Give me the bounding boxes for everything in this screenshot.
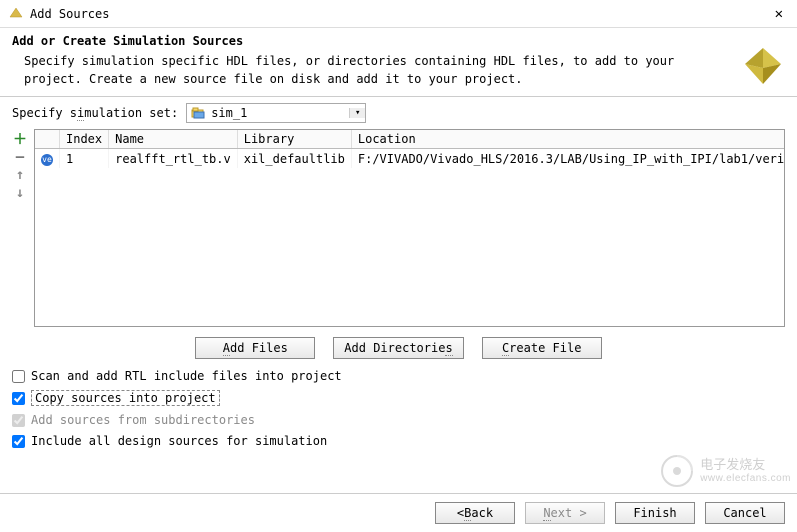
verilog-badge-icon: ve — [41, 154, 53, 166]
col-name[interactable]: Name — [109, 130, 238, 149]
col-library[interactable]: Library — [237, 130, 351, 149]
chevron-down-icon: ▾ — [349, 108, 365, 118]
scan-rtl-label: Scan and add RTL include files into proj… — [31, 369, 342, 383]
row-location: F:/VIVADO/Vivado_HLS/2016.3/LAB/Using_IP… — [351, 149, 785, 169]
table-row[interactable]: ve 1 realfft_rtl_tb.v xil_defaultlib F:/… — [35, 149, 785, 169]
add-subdirs-input — [12, 414, 25, 427]
include-all-checkbox[interactable]: Include all design sources for simulatio… — [12, 434, 785, 448]
title-bar: Add Sources ✕ — [0, 0, 797, 28]
row-library: xil_defaultlib — [237, 149, 351, 169]
remove-row-button[interactable]: — — [12, 149, 28, 165]
add-subdirs-checkbox: Add sources from subdirectories — [12, 413, 785, 427]
table-header-row: Index Name Library Location — [35, 130, 785, 149]
sim-set-combo[interactable]: sim_1 ▾ — [186, 103, 366, 123]
cancel-button[interactable]: Cancel — [705, 502, 785, 524]
watermark: 电子发烧友 www.elecfans.com — [660, 454, 791, 488]
include-all-label: Include all design sources for simulatio… — [31, 434, 327, 448]
row-badge-cell: ve — [35, 149, 60, 169]
move-up-button[interactable]: ↑ — [12, 167, 28, 183]
page-title: Add or Create Simulation Sources — [12, 34, 785, 48]
back-button[interactable]: < Back — [435, 502, 515, 524]
add-files-button[interactable]: Add Files — [195, 337, 315, 359]
page-description: Specify simulation specific HDL files, o… — [12, 52, 692, 88]
col-location[interactable]: Location — [351, 130, 785, 149]
move-down-button[interactable]: ↓ — [12, 185, 28, 201]
include-all-input[interactable] — [12, 435, 25, 448]
watermark-icon — [660, 454, 694, 488]
scan-rtl-checkbox[interactable]: Scan and add RTL include files into proj… — [12, 369, 785, 383]
vivado-logo-icon — [741, 44, 785, 88]
window-title: Add Sources — [30, 7, 109, 21]
create-file-button[interactable]: Create File — [482, 337, 602, 359]
row-name: realfft_rtl_tb.v — [109, 149, 238, 169]
sources-area: ＋ — ↑ ↓ Index Name Library Location — [12, 129, 785, 327]
header: Add or Create Simulation Sources Specify… — [0, 28, 797, 97]
copy-sources-checkbox[interactable]: Copy sources into project — [12, 390, 785, 406]
sources-table: Index Name Library Location ve 1 realfft… — [35, 130, 785, 168]
scan-rtl-input[interactable] — [12, 370, 25, 383]
wizard-footer: < Back Next > Finish Cancel — [0, 493, 797, 532]
sources-table-container: Index Name Library Location ve 1 realfft… — [34, 129, 785, 327]
sim-set-row: Specify simulation set: sim_1 ▾ — [0, 97, 797, 129]
table-toolbar: ＋ — ↑ ↓ — [12, 129, 30, 327]
finish-button[interactable]: Finish — [615, 502, 695, 524]
sim-set-value: sim_1 — [209, 106, 349, 120]
col-index[interactable]: Index — [60, 130, 109, 149]
add-directories-button[interactable]: Add Directories — [333, 337, 463, 359]
folder-stack-icon — [187, 107, 209, 119]
close-button[interactable]: ✕ — [769, 4, 789, 24]
app-icon — [8, 6, 24, 22]
copy-sources-input[interactable] — [12, 392, 25, 405]
add-subdirs-label: Add sources from subdirectories — [31, 413, 255, 427]
row-index: 1 — [60, 149, 109, 169]
sim-set-label: Specify simulation set: — [12, 106, 178, 120]
add-row-button[interactable]: ＋ — [12, 131, 28, 147]
next-button: Next > — [525, 502, 605, 524]
watermark-text: 电子发烧友 www.elecfans.com — [700, 458, 791, 483]
options-group: Scan and add RTL include files into proj… — [0, 367, 797, 456]
file-buttons-row: Add Files Add Directories Create File — [0, 327, 797, 367]
copy-sources-label: Copy sources into project — [31, 390, 220, 406]
col-badge[interactable] — [35, 130, 60, 149]
